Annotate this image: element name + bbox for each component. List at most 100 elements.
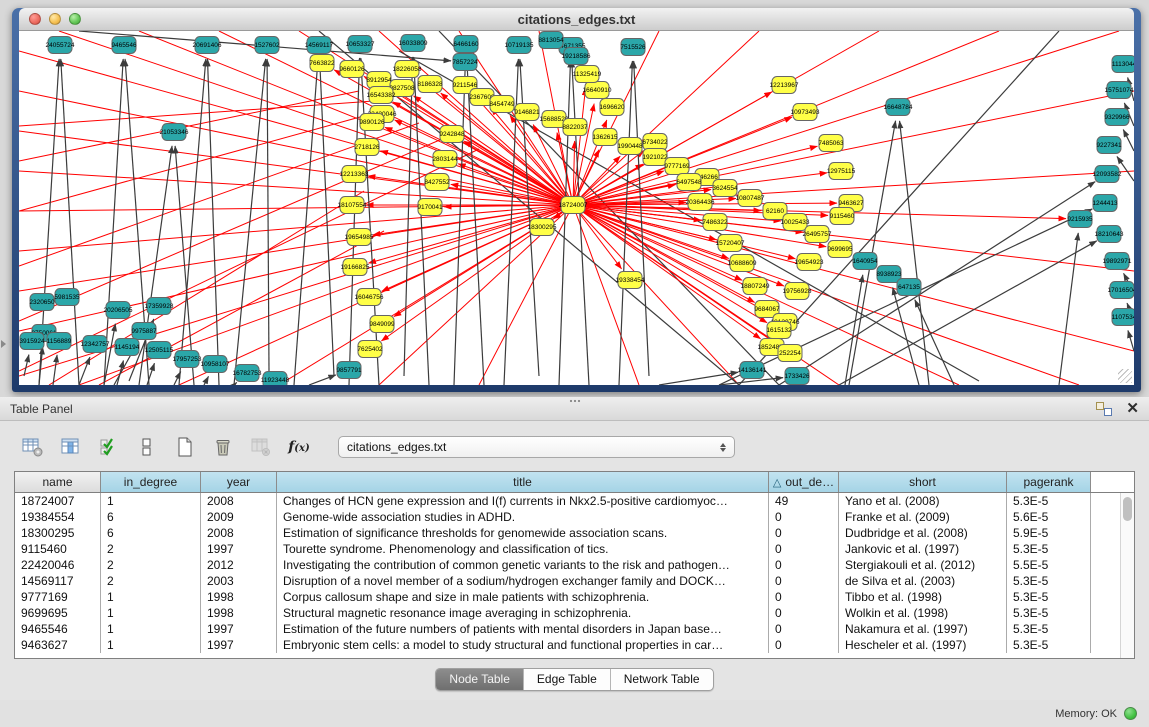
network-node[interactable]: 19166825 xyxy=(341,259,370,276)
close-panel-icon[interactable]: ✕ xyxy=(1126,401,1139,416)
network-node[interactable]: 12093582 xyxy=(1093,166,1122,183)
network-node[interactable]: 1113044 xyxy=(1112,56,1134,73)
show-columns-button[interactable] xyxy=(58,435,84,459)
network-node[interactable]: 7857224 xyxy=(452,54,478,71)
network-node-hub[interactable]: 18724007 xyxy=(559,197,588,214)
zoom-window-button[interactable] xyxy=(69,13,81,25)
network-node[interactable]: 19654985 xyxy=(345,229,374,246)
network-node[interactable]: 3624554 xyxy=(712,180,738,197)
network-node[interactable]: 16033809 xyxy=(399,35,428,52)
network-node[interactable]: 1107534 xyxy=(1112,309,1134,326)
minimize-window-button[interactable] xyxy=(49,13,61,25)
network-node[interactable]: 9777169 xyxy=(664,158,690,175)
network-node[interactable]: 1156889 xyxy=(47,333,72,350)
network-node[interactable]: 18807249 xyxy=(741,278,770,295)
tab-node-table[interactable]: Node Table xyxy=(436,669,524,690)
network-node[interactable]: 19756928 xyxy=(783,283,812,300)
network-node[interactable]: 1733426 xyxy=(784,368,810,385)
network-node[interactable]: 2803144 xyxy=(432,151,458,168)
network-node[interactable]: 8912954 xyxy=(366,72,392,89)
column-header-pagerank[interactable]: pagerank xyxy=(1007,472,1091,492)
network-node[interactable]: 1244413 xyxy=(1092,195,1118,212)
network-node[interactable]: 8822037 xyxy=(562,119,588,136)
new-table-button[interactable] xyxy=(172,435,198,459)
network-node[interactable]: 18226058 xyxy=(393,61,422,78)
delete-table-button[interactable] xyxy=(210,435,236,459)
table-scrollbar-thumb[interactable] xyxy=(1123,497,1132,521)
window-resize-grip[interactable] xyxy=(1118,369,1132,383)
network-node[interactable]: 9215935 xyxy=(1067,211,1093,228)
table-row[interactable]: 1872400712008Changes of HCN gene express… xyxy=(15,493,1134,509)
network-node[interactable]: 3915924 xyxy=(19,333,45,350)
window-titlebar[interactable]: citations_edges.txt xyxy=(19,8,1134,31)
network-node[interactable]: 15720407 xyxy=(716,235,745,252)
column-header-name[interactable]: name xyxy=(15,472,101,492)
table-row[interactable]: 1456911722003Disruption of a novel membe… xyxy=(15,573,1134,589)
network-node[interactable]: 12342757 xyxy=(81,336,110,353)
table-row[interactable]: 977716911998Corpus callosum shape and si… xyxy=(15,589,1134,605)
column-header-in_degree[interactable]: in_degree xyxy=(101,472,201,492)
table-scrollbar[interactable] xyxy=(1120,493,1134,658)
network-node[interactable]: 18107554 xyxy=(338,197,367,214)
network-node[interactable]: 16782753 xyxy=(233,365,262,382)
network-node[interactable]: 6466160 xyxy=(453,36,479,53)
table-row[interactable]: 946362711997Embryonic stem cells: a mode… xyxy=(15,637,1134,653)
network-node[interactable]: 15751074 xyxy=(1105,82,1134,99)
network-node[interactable]: 10688609 xyxy=(728,255,757,272)
network-node[interactable]: 20691406 xyxy=(193,37,222,54)
table-selector-dropdown[interactable]: citations_edges.txt xyxy=(338,436,735,458)
network-node[interactable]: 18300295 xyxy=(528,219,557,236)
network-node[interactable]: 12975115 xyxy=(827,163,856,180)
network-node[interactable]: 9849099 xyxy=(369,316,395,333)
network-node[interactable]: 1527602 xyxy=(254,37,280,54)
network-node[interactable]: 17957253 xyxy=(173,351,202,368)
network-node[interactable]: 19218586 xyxy=(562,48,591,65)
network-node[interactable]: 9660126 xyxy=(339,61,365,78)
network-node[interactable]: 20206505 xyxy=(104,302,133,319)
network-node[interactable]: 7515526 xyxy=(620,39,646,56)
network-node[interactable]: 1990448 xyxy=(617,138,643,155)
table-row[interactable]: 2242004622012Investigating the contribut… xyxy=(15,557,1134,573)
tab-edge-table[interactable]: Edge Table xyxy=(524,669,611,690)
network-node[interactable]: 19892971 xyxy=(1103,253,1132,270)
network-node[interactable]: 14136141 xyxy=(738,362,767,379)
network-node[interactable]: 21053346 xyxy=(160,124,189,141)
network-node[interactable]: 2718126 xyxy=(354,139,380,156)
network-node[interactable]: 7663822 xyxy=(309,55,335,72)
table-settings-button[interactable] xyxy=(20,435,46,459)
network-node[interactable]: 1696620 xyxy=(599,99,625,116)
network-node[interactable]: 16640910 xyxy=(583,82,612,99)
network-node[interactable]: 16046756 xyxy=(355,289,384,306)
network-node[interactable]: 647135 xyxy=(897,279,921,296)
network-node[interactable]: 9170041 xyxy=(417,199,443,216)
network-node[interactable]: 10973493 xyxy=(791,104,820,121)
network-node[interactable]: 19338454 xyxy=(616,272,645,289)
network-view-window[interactable]: citations_edges.txt 24055724946554620691… xyxy=(12,8,1141,392)
network-node[interactable]: 18210643 xyxy=(1095,226,1124,243)
network-node[interactable]: 11325419 xyxy=(573,66,602,83)
column-header-year[interactable]: year xyxy=(201,472,277,492)
network-node[interactable]: 9242848 xyxy=(439,126,465,143)
network-node[interactable]: 26495757 xyxy=(803,226,832,243)
network-node[interactable]: 7485063 xyxy=(818,135,844,152)
float-panel-icon[interactable] xyxy=(1096,402,1112,416)
close-window-button[interactable] xyxy=(29,13,41,25)
network-node[interactable]: 16543382 xyxy=(367,87,396,104)
network-node[interactable]: 14569117 xyxy=(305,37,334,54)
network-node[interactable]: 5981535 xyxy=(54,289,80,306)
row-height-button[interactable] xyxy=(134,435,160,459)
network-node[interactable]: 9227341 xyxy=(1096,137,1122,154)
network-node[interactable]: 20364436 xyxy=(686,194,715,211)
network-node[interactable]: 1145194 xyxy=(115,339,140,356)
network-node[interactable]: 8813054 xyxy=(538,32,564,49)
network-node[interactable]: 17359928 xyxy=(145,298,174,315)
network-node[interactable]: 7625402 xyxy=(357,341,383,358)
network-node[interactable]: 10958107 xyxy=(201,356,230,373)
column-header-short[interactable]: short xyxy=(839,472,1007,492)
network-node[interactable]: 10807487 xyxy=(736,190,765,207)
network-node[interactable]: 1362615 xyxy=(592,129,618,146)
network-node[interactable]: 6497548 xyxy=(676,174,702,191)
table-row[interactable]: 911546021997Tourette syndrome. Phenomeno… xyxy=(15,541,1134,557)
network-node[interactable]: 12213363 xyxy=(340,166,369,183)
tab-network-table[interactable]: Network Table xyxy=(611,669,713,690)
